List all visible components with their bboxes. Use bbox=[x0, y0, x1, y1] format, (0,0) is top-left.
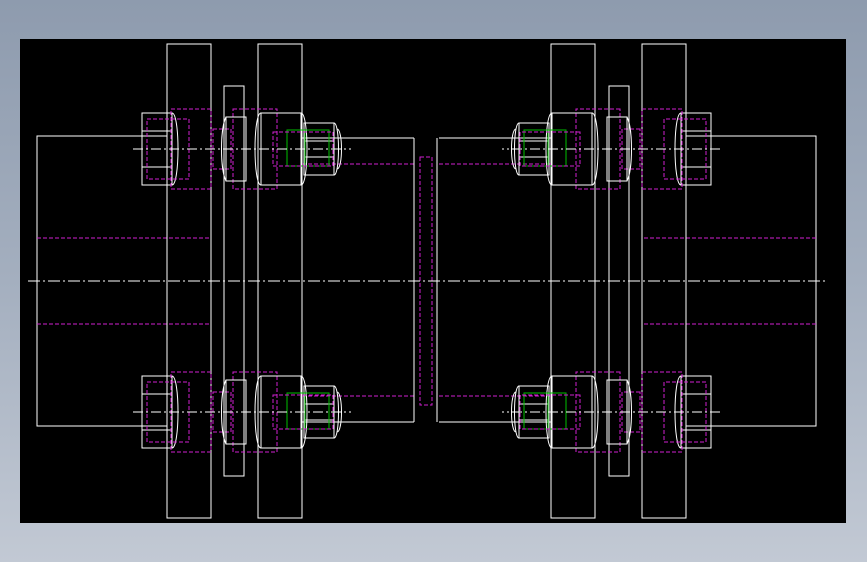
center-sleeve bbox=[413, 138, 438, 422]
cad-drawing bbox=[28, 0, 826, 562]
